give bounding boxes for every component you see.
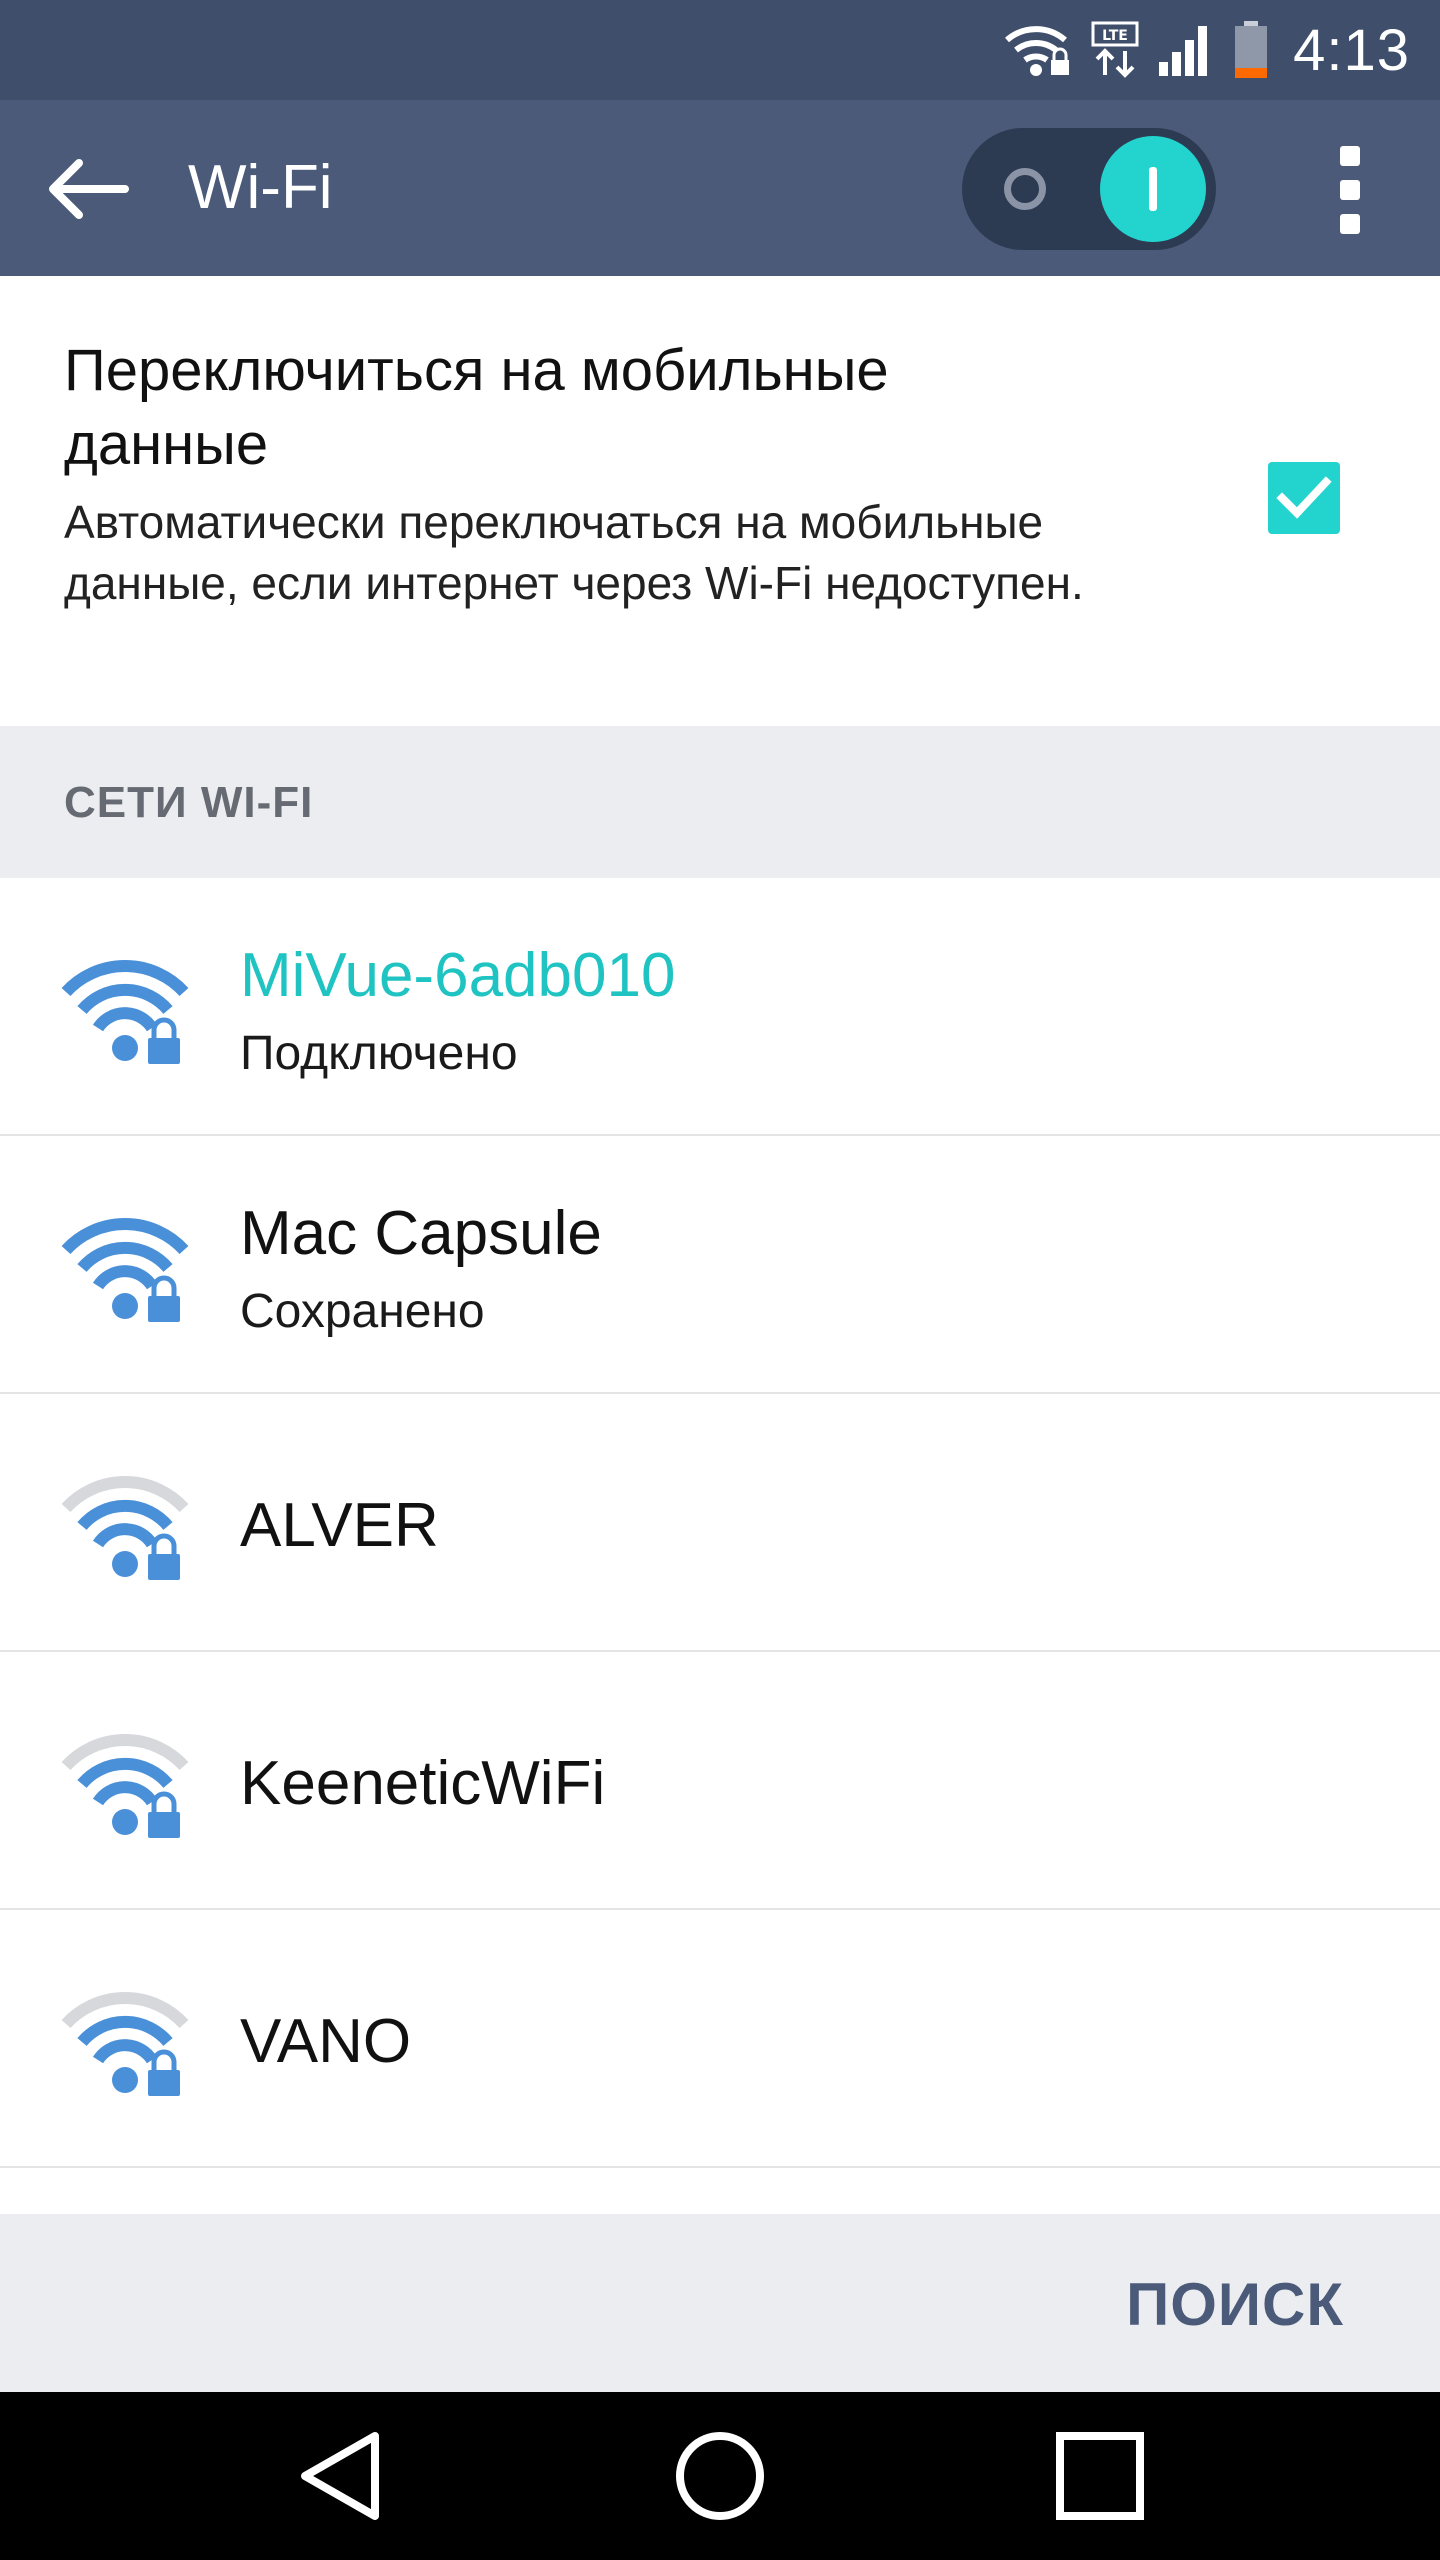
network-name: ALVER <box>240 1491 439 1560</box>
setting-title: Переключиться на мобильные данные <box>64 338 889 477</box>
wifi-master-toggle[interactable] <box>962 128 1216 250</box>
wifi-locked-icon <box>61 1734 189 1838</box>
search-button[interactable]: ПОИСК <box>1126 2270 1344 2339</box>
wifi-locked-icon <box>61 1218 189 1322</box>
network-name: KeeneticWiFi <box>240 1749 606 1818</box>
status-bar: LTE 4:13 <box>0 0 1440 100</box>
nav-home-button[interactable] <box>665 2426 775 2526</box>
toggle-knob <box>1100 136 1206 242</box>
svg-text:LTE: LTE <box>1102 28 1128 44</box>
setting-description: Автоматически переключаться на мобильные… <box>64 496 1084 609</box>
signal-icon <box>1157 22 1215 78</box>
network-row[interactable]: KeeneticWiFi <box>0 1652 1440 1910</box>
network-name: Mac Capsule <box>240 1199 602 1268</box>
wifi-locked-icon <box>61 1992 189 2096</box>
nav-bar <box>0 2392 1440 2560</box>
network-row[interactable]: VANO <box>0 1910 1440 2168</box>
app-bar: Wi-Fi <box>0 100 1440 276</box>
nav-back-button[interactable] <box>285 2426 395 2526</box>
wifi-locked-icon <box>61 960 189 1064</box>
lte-data-icon: LTE <box>1091 21 1139 79</box>
checkmark-icon <box>1276 476 1332 519</box>
section-header: СЕТИ WI-FI <box>0 726 1440 878</box>
wifi-lock-icon <box>1003 22 1073 78</box>
page-title: Wi-Fi <box>188 153 333 222</box>
back-button[interactable] <box>42 144 132 234</box>
mobile-data-setting[interactable]: Переключиться на мобильные данные Автома… <box>0 276 1440 726</box>
recents-square-icon <box>1056 2432 1144 2520</box>
network-row[interactable]: ALVER <box>0 1394 1440 1652</box>
overflow-menu-button[interactable] <box>1320 140 1380 240</box>
status-clock: 4:13 <box>1293 17 1410 83</box>
back-triangle-icon <box>301 2432 379 2520</box>
network-row[interactable]: Mac Capsule Сохранено <box>0 1136 1440 1394</box>
arrow-left-icon <box>49 159 129 219</box>
footer-bar: ПОИСК <box>0 2214 1440 2392</box>
network-status: Подключено <box>240 1027 518 1080</box>
battery-low-icon <box>1233 20 1269 80</box>
wifi-locked-icon <box>61 1476 189 1580</box>
network-status: Сохранено <box>240 1285 485 1338</box>
nav-recents-button[interactable] <box>1045 2426 1155 2526</box>
toggle-off-icon <box>1004 168 1046 210</box>
mobile-data-checkbox[interactable] <box>1268 462 1340 534</box>
network-name: VANO <box>240 2007 412 2076</box>
network-name: MiVue-6adb010 <box>240 941 676 1010</box>
network-row[interactable]: MiVue-6adb010 Подключено <box>0 878 1440 1136</box>
home-circle-icon <box>676 2432 764 2520</box>
section-header-label: СЕТИ WI-FI <box>64 778 314 827</box>
network-list: MiVue-6adb010 Подключено Mac Capsule Сох… <box>0 878 1440 2168</box>
